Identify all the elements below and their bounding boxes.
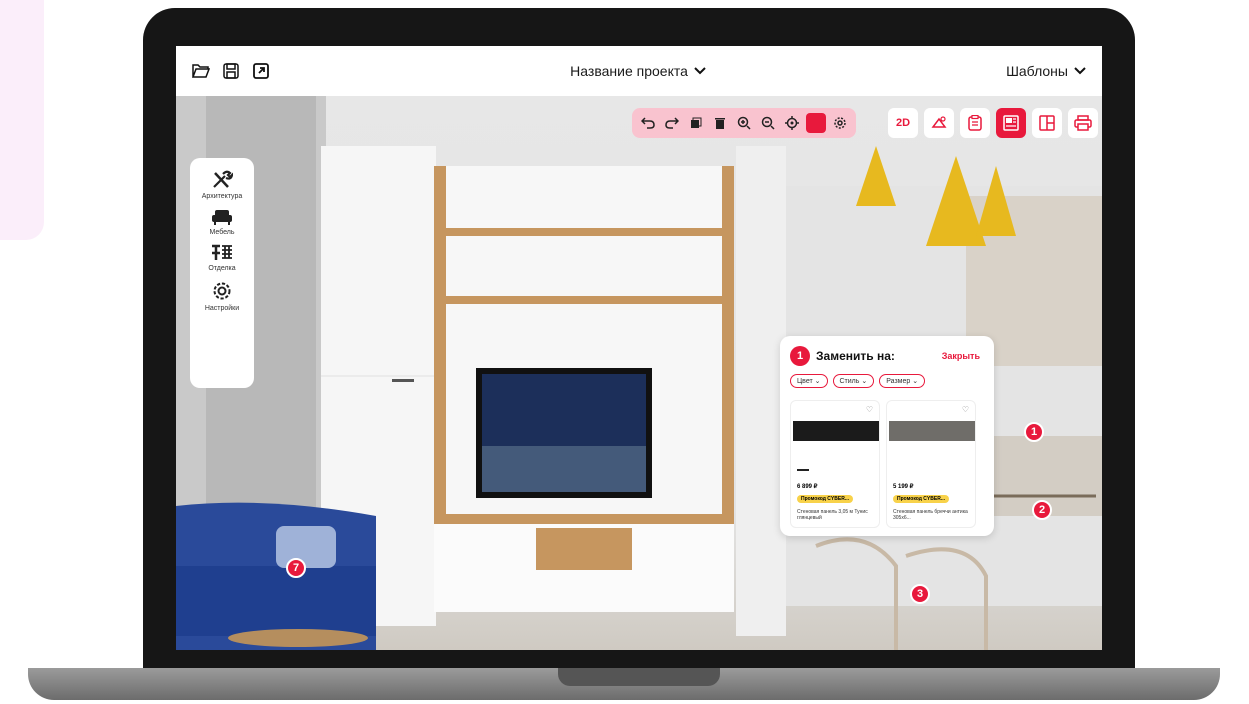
popup-title: Заменить на: — [816, 349, 895, 363]
catalog-icon[interactable] — [996, 108, 1026, 138]
view-tools: 2D — [888, 108, 1098, 138]
redo-icon[interactable] — [662, 113, 682, 133]
sidebar-item-architecture[interactable]: Архитектура — [201, 170, 243, 200]
color-fill-icon[interactable] — [806, 113, 826, 133]
marker-3[interactable]: 3 — [910, 584, 930, 604]
swatch-line — [797, 469, 809, 471]
product-description: Стеновая панель бреччи антика 305х6... — [893, 509, 968, 521]
heart-icon[interactable]: ♡ — [866, 405, 873, 414]
laptop-notch — [558, 668, 720, 686]
sidebar-item-label: Настройки — [204, 305, 240, 312]
templates-label: Шаблоны — [1006, 63, 1068, 79]
brick-icon — [211, 244, 232, 260]
filter-style[interactable]: Стиль ⌄ — [832, 374, 875, 388]
product-description: Стеновая панель 3,05 м Тунис глянцевый — [797, 509, 868, 521]
marker-2[interactable]: 2 — [1032, 500, 1052, 520]
chevron-down-icon — [1074, 67, 1086, 75]
product-price: 5 199 ₽ — [893, 484, 914, 490]
copy-icon[interactable] — [686, 113, 706, 133]
product-image — [793, 421, 879, 441]
zoom-in-icon[interactable] — [734, 113, 754, 133]
3d-view-icon[interactable] — [924, 108, 954, 138]
app-screen: Название проекта Шаблоны 2D Архитектура … — [176, 46, 1102, 650]
tools-icon — [213, 170, 233, 188]
sidebar-item-furniture[interactable]: Мебель — [209, 208, 235, 236]
chevron-down-icon — [694, 67, 706, 75]
product-image — [889, 421, 975, 441]
close-button[interactable]: Закрыть — [942, 351, 980, 361]
undo-icon[interactable] — [638, 113, 658, 133]
zoom-out-icon[interactable] — [758, 113, 778, 133]
marker-1[interactable]: 1 — [1024, 422, 1044, 442]
filter-color[interactable]: Цвет ⌄ — [790, 374, 828, 388]
sidebar-item-label: Архитектура — [201, 193, 243, 200]
marker-7[interactable]: 7 — [286, 558, 306, 578]
filter-size[interactable]: Размер ⌄ — [879, 374, 926, 388]
settings-icon[interactable] — [830, 113, 850, 133]
templates-dropdown[interactable]: Шаблоны — [1006, 63, 1086, 79]
promo-badge: Промокод CYBER... — [797, 495, 853, 503]
sidebar-item-label: Мебель — [209, 229, 235, 236]
delete-icon[interactable] — [710, 113, 730, 133]
print-icon[interactable] — [1068, 108, 1098, 138]
popup-number: 1 — [790, 346, 810, 366]
gear-icon — [213, 282, 231, 300]
heart-icon[interactable]: ♡ — [962, 405, 969, 414]
replace-popup: 1 Заменить на: Закрыть Цвет ⌄ Стиль ⌄ Ра… — [780, 336, 994, 536]
sofa-icon — [211, 210, 232, 225]
split-view-icon[interactable] — [1032, 108, 1062, 138]
project-title: Название проекта — [570, 63, 688, 79]
product-price: 6 899 ₽ — [797, 484, 818, 490]
product-card[interactable]: ♡ 5 199 ₽ Промокод CYBER... Стеновая пан… — [886, 400, 976, 528]
center-view-icon[interactable] — [782, 113, 802, 133]
export-icon[interactable] — [252, 62, 270, 80]
promo-badge: Промокод CYBER... — [893, 495, 949, 503]
product-card[interactable]: ♡ 6 899 ₽ Промокод CYBER... Стеновая пан… — [790, 400, 880, 528]
top-bar: Название проекта Шаблоны — [176, 46, 1102, 96]
save-icon[interactable] — [222, 62, 240, 80]
filter-bar: Цвет ⌄ Стиль ⌄ Размер ⌄ — [790, 374, 926, 388]
sidebar-item-settings[interactable]: Настройки — [205, 280, 239, 312]
view-2d-button[interactable]: 2D — [888, 108, 918, 138]
sidebar: Архитектура Мебель Отделка Настройки — [190, 158, 254, 388]
project-title-dropdown[interactable]: Название проекта — [570, 63, 706, 79]
clipboard-icon[interactable] — [960, 108, 990, 138]
background-decoration — [0, 0, 44, 240]
sidebar-item-finishing[interactable]: Отделка — [208, 244, 236, 272]
folder-open-icon[interactable] — [192, 62, 210, 80]
room-scene[interactable]: 2D Архитектура Мебель Отделка Настройки … — [176, 96, 1102, 650]
sidebar-item-label: Отделка — [208, 265, 236, 272]
edit-toolbar — [632, 108, 856, 138]
